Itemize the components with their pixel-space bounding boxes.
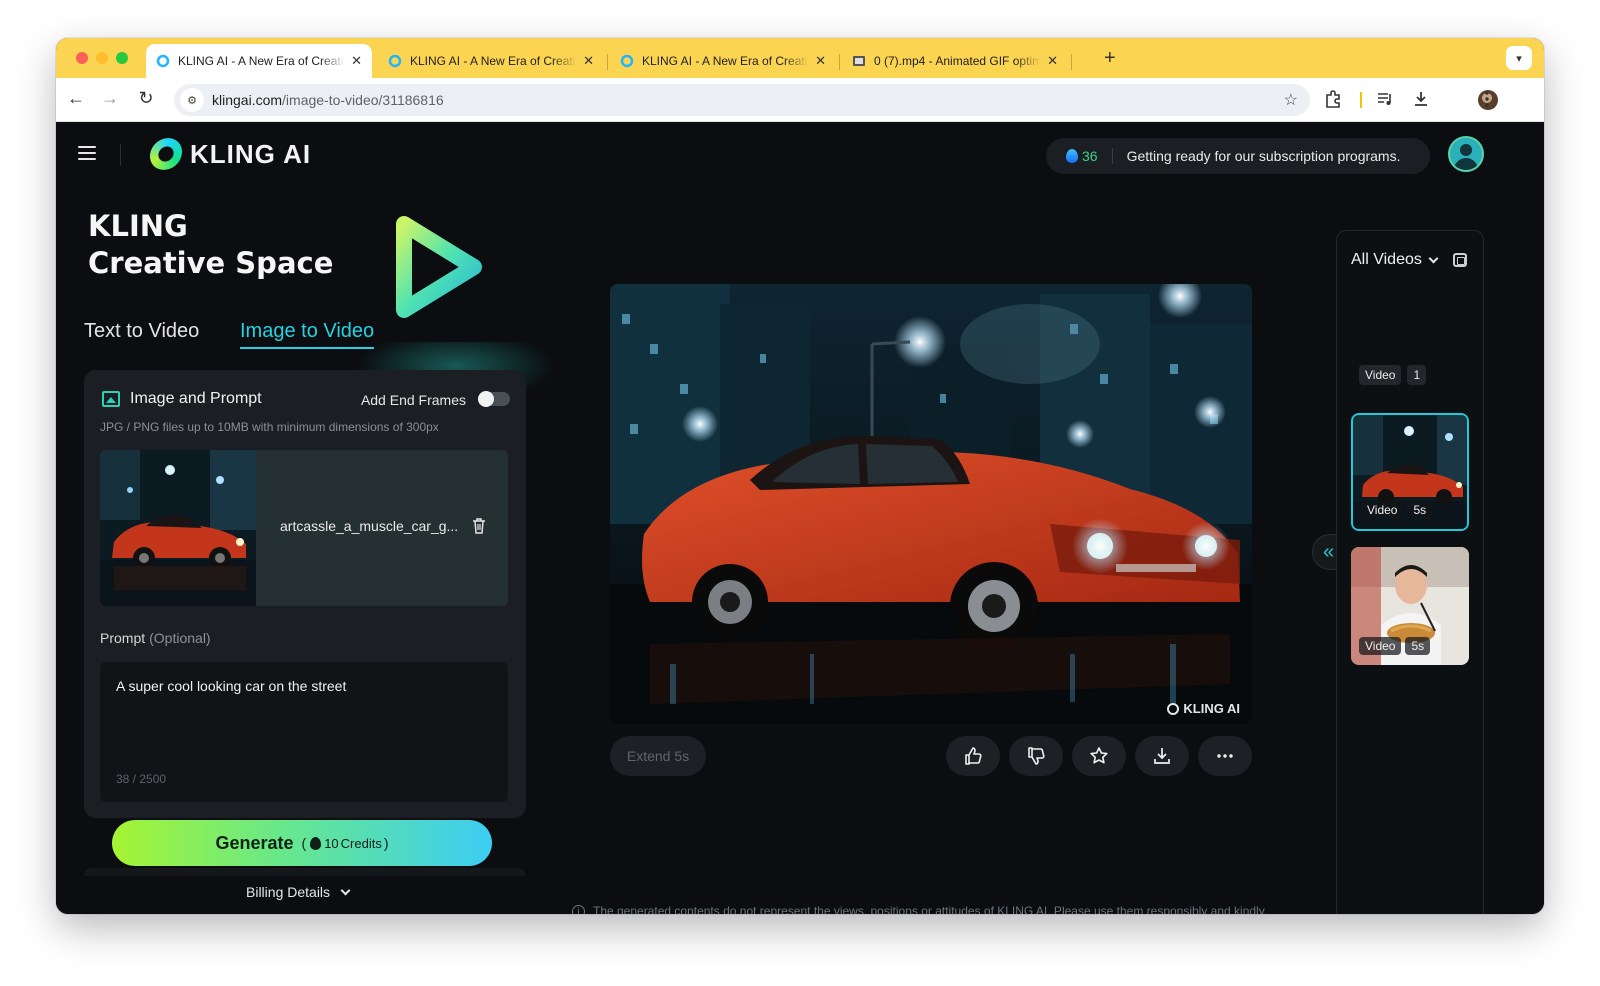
hamburger-menu-icon[interactable] <box>78 146 96 162</box>
kling-logo[interactable]: KLING AI <box>147 138 311 170</box>
download-icon <box>1154 748 1170 764</box>
credit-balance: 36 <box>1082 148 1098 164</box>
more-icon <box>1217 754 1233 758</box>
uploaded-image-thumbnail <box>100 450 256 606</box>
tab-search-chevron-icon[interactable]: ▾ <box>1506 46 1532 70</box>
end-frames-toggle[interactable] <box>478 391 510 407</box>
billing-bar <box>84 868 526 876</box>
browser-toolbar: ← → ↻ ⚙ klingai.com/image-to-video/31186… <box>56 78 1544 122</box>
download-button[interactable] <box>1135 736 1189 776</box>
window-controls <box>76 52 128 64</box>
forward-arrow-icon[interactable]: → <box>98 88 122 109</box>
header-divider <box>120 144 121 166</box>
tab-separator <box>839 54 840 70</box>
kling-favicon-icon <box>156 54 170 68</box>
char-count: 38 / 2500 <box>116 772 167 786</box>
generate-button[interactable]: Generate ( 10 Credits ) <box>112 820 492 866</box>
credit-divider <box>1111 148 1113 164</box>
tab-separator <box>1071 54 1072 70</box>
dislike-button[interactable] <box>1009 736 1063 776</box>
tab-separator <box>607 54 608 70</box>
video-player[interactable]: KLING AI <box>610 284 1252 724</box>
video-group-header: Video 1 <box>1359 365 1427 385</box>
browser-tab-4[interactable]: 0 (7).mp4 - Animated GIF optimizer ✕ <box>842 44 1068 78</box>
tab-close-icon[interactable]: ✕ <box>351 53 362 69</box>
downloads-icon[interactable] <box>1412 90 1430 113</box>
like-button[interactable] <box>946 736 1000 776</box>
kling-logo-icon <box>147 138 185 170</box>
uploaded-image[interactable]: artcassle_a_muscle_car_g... <box>100 450 508 606</box>
browser-tab-3[interactable]: KLING AI - A New Era of Creative ✕ <box>610 44 836 78</box>
tab-strip: KLING AI - A New Era of Creative ✕ KLING… <box>56 38 1544 78</box>
back-arrow-icon[interactable]: ← <box>64 88 88 109</box>
add-end-frames-label: Add End Frames <box>360 392 466 408</box>
chevron-down-icon <box>340 885 351 895</box>
extensions-puzzle-icon[interactable] <box>1324 90 1342 113</box>
site-settings-icon[interactable]: ⚙ <box>180 88 204 112</box>
thumbs-up-icon <box>965 747 982 765</box>
video-thumbnail[interactable]: Video 5s <box>1351 547 1469 665</box>
gif-favicon-icon <box>853 56 865 66</box>
reload-icon[interactable]: ↻ <box>134 88 158 109</box>
url-text[interactable]: klingai.com/image-to-video/31186816 <box>212 92 444 108</box>
video-thumbnail-selected[interactable]: Video 5s <box>1351 413 1469 531</box>
generate-cost: ( 10 Credits ) <box>301 835 389 851</box>
video-meta: Video 5s <box>1361 501 1433 519</box>
browser-tab-2[interactable]: KLING AI - A New Era of Creative ✕ <box>378 44 604 78</box>
video-watermark: KLING AI <box>1167 701 1240 716</box>
play-icon <box>396 216 482 318</box>
minimize-window-button[interactable] <box>96 52 108 64</box>
all-videos-filter[interactable]: All Videos <box>1351 251 1439 269</box>
video-meta: Video 5s <box>1359 637 1431 655</box>
bookmark-star-icon[interactable]: ☆ <box>1284 90 1298 110</box>
video-history-panel: All Videos Video 1 Video 5s Video 5s <box>1336 230 1484 914</box>
kling-favicon-icon <box>620 54 634 68</box>
more-options-button[interactable] <box>1198 736 1252 776</box>
generated-video-frame <box>610 284 1252 724</box>
toolbar-divider <box>1360 92 1362 108</box>
image-icon <box>102 391 120 407</box>
user-avatar[interactable] <box>1448 136 1484 172</box>
tab-image-to-video[interactable]: Image to Video <box>240 320 375 349</box>
chevron-down-icon <box>1428 253 1439 263</box>
prompt-textarea[interactable]: A super cool looking car on the street 3… <box>100 662 508 802</box>
double-chevron-left-icon: « <box>1322 540 1335 563</box>
media-controls-icon[interactable] <box>1376 90 1394 113</box>
credit-flame-icon <box>310 836 322 850</box>
disclaimer: i The generated contents do not represen… <box>572 904 1267 914</box>
browser-tab-1[interactable]: KLING AI - A New Era of Creative ✕ <box>146 44 372 78</box>
tab-close-icon[interactable]: ✕ <box>815 53 826 69</box>
kling-favicon-icon <box>388 54 402 68</box>
card-header: Image and Prompt <box>102 390 262 408</box>
info-icon: i <box>572 904 585 914</box>
file-name: artcassle_a_muscle_car_g... <box>280 518 459 534</box>
browser-window: KLING AI - A New Era of Creative ✕ KLING… <box>56 38 1544 914</box>
credit-flame-icon <box>1066 149 1078 163</box>
billing-details-toggle[interactable]: Billing Details <box>246 884 351 900</box>
trash-icon[interactable] <box>472 518 486 534</box>
kling-page: KLING AI 36 Getting ready for our subscr… <box>56 122 1544 914</box>
extend-button[interactable]: Extend 5s <box>610 736 706 776</box>
credit-banner[interactable]: 36 Getting ready for our subscription pr… <box>1046 138 1430 174</box>
image-prompt-card: Image and Prompt Add End Frames JPG / PN… <box>84 370 526 818</box>
tab-close-icon[interactable]: ✕ <box>1047 53 1058 69</box>
tab-close-icon[interactable]: ✕ <box>583 53 594 69</box>
kling-watermark-icon <box>1167 702 1180 715</box>
zoom-window-button[interactable] <box>116 52 128 64</box>
close-window-button[interactable] <box>76 52 88 64</box>
favorite-button[interactable] <box>1072 736 1126 776</box>
browser-menu-icon[interactable] <box>1484 90 1490 113</box>
multi-select-icon[interactable] <box>1453 253 1467 267</box>
thumbs-down-icon <box>1028 747 1045 765</box>
page-title: KLING Creative Space <box>88 209 334 280</box>
star-icon <box>1090 747 1108 764</box>
upload-hint: JPG / PNG files up to 10MB with minimum … <box>100 420 439 434</box>
new-tab-button[interactable]: + <box>1104 47 1116 70</box>
prompt-label: Prompt (Optional) <box>100 630 211 646</box>
prompt-text[interactable]: A super cool looking car on the street <box>116 678 346 694</box>
address-bar[interactable]: ⚙ klingai.com/image-to-video/31186816 ☆ <box>174 84 1310 116</box>
subscription-notice: Getting ready for our subscription progr… <box>1126 148 1401 164</box>
tab-text-to-video[interactable]: Text to Video <box>84 320 199 343</box>
